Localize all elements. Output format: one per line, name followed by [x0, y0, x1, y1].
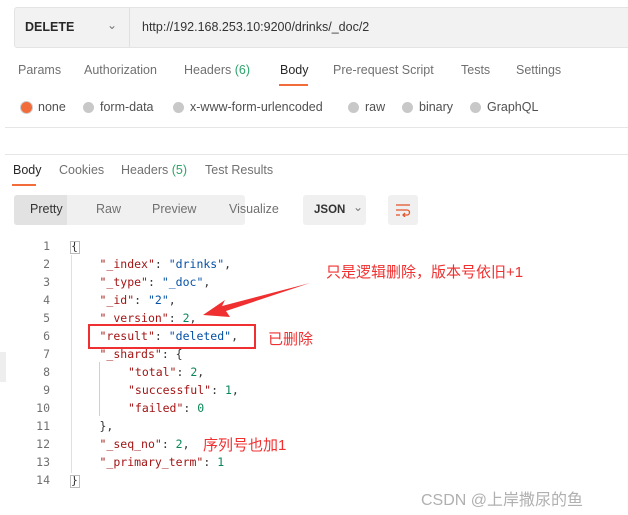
watermark: CSDN @上岸撒尿的鱼 — [421, 492, 584, 509]
annotation-seq-no: 序列号也加1 — [203, 437, 287, 454]
annotation-deleted: 已删除 — [268, 331, 314, 348]
annotation-version: 只是逻辑删除，版本号依旧+1 — [326, 264, 524, 281]
arrow-icon — [203, 283, 310, 317]
